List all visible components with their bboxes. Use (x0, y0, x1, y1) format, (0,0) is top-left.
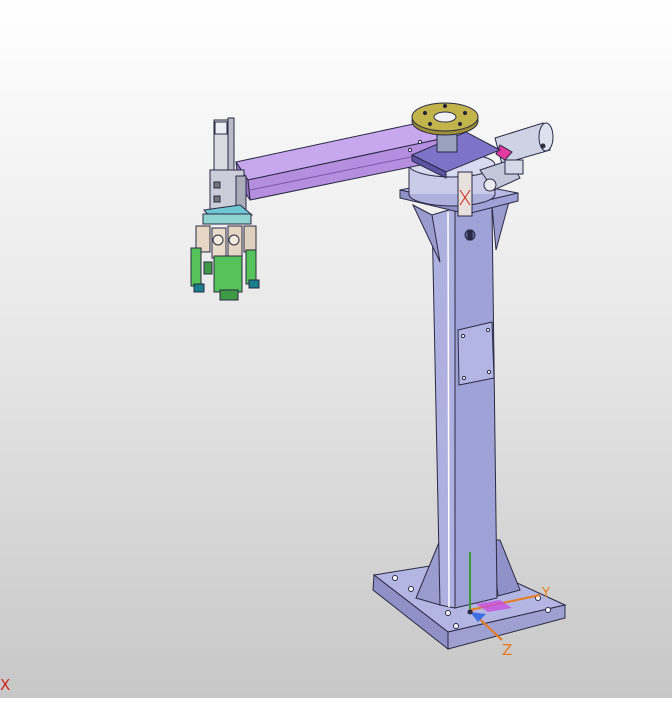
gripper-assembly (190, 204, 260, 301)
axis-y-label: Y (541, 586, 550, 601)
axis-z-label: Z (502, 641, 512, 659)
support-column (411, 197, 521, 609)
mounting-flange (411, 102, 479, 136)
drive-motor (479, 122, 554, 192)
axis-x-label: X (0, 676, 11, 694)
cad-3d-viewport[interactable]: Y Z (0, 0, 672, 698)
